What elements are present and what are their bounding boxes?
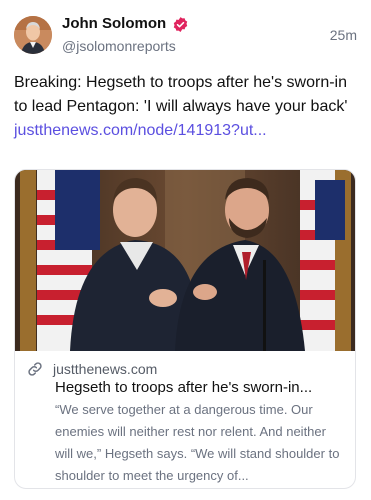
link-domain-row: justthenews.com (27, 360, 157, 378)
author-name-row: John Solomon (62, 14, 189, 34)
author-avatar[interactable] (14, 16, 52, 54)
avatar-image (14, 16, 52, 54)
link-preview-card[interactable]: justthenews.com Hegseth to troops after … (14, 169, 356, 489)
post-timestamp[interactable]: 25m (330, 27, 357, 43)
author-name[interactable]: John Solomon (62, 14, 166, 34)
link-preview-image[interactable] (15, 170, 355, 351)
link-description: “We serve together at a dangerous time. … (55, 402, 340, 483)
link-domain: justthenews.com (53, 361, 158, 377)
post: John Solomon @jsolomonreports 25m Breaki… (0, 0, 371, 500)
post-text: Breaking: Hegseth to troops after he's s… (14, 71, 358, 143)
verified-badge-icon (172, 16, 189, 33)
link-title[interactable]: Hegseth to troops after he's sworn-in... (55, 378, 347, 398)
post-link[interactable]: justthenews.com/node/141913?ut... (14, 122, 267, 139)
post-body: Breaking: Hegseth to troops after he's s… (14, 74, 348, 115)
link-preview-body: justthenews.com Hegseth to troops after … (15, 351, 355, 488)
author-handle[interactable]: @jsolomonreports (62, 37, 176, 55)
link-icon (27, 361, 43, 377)
